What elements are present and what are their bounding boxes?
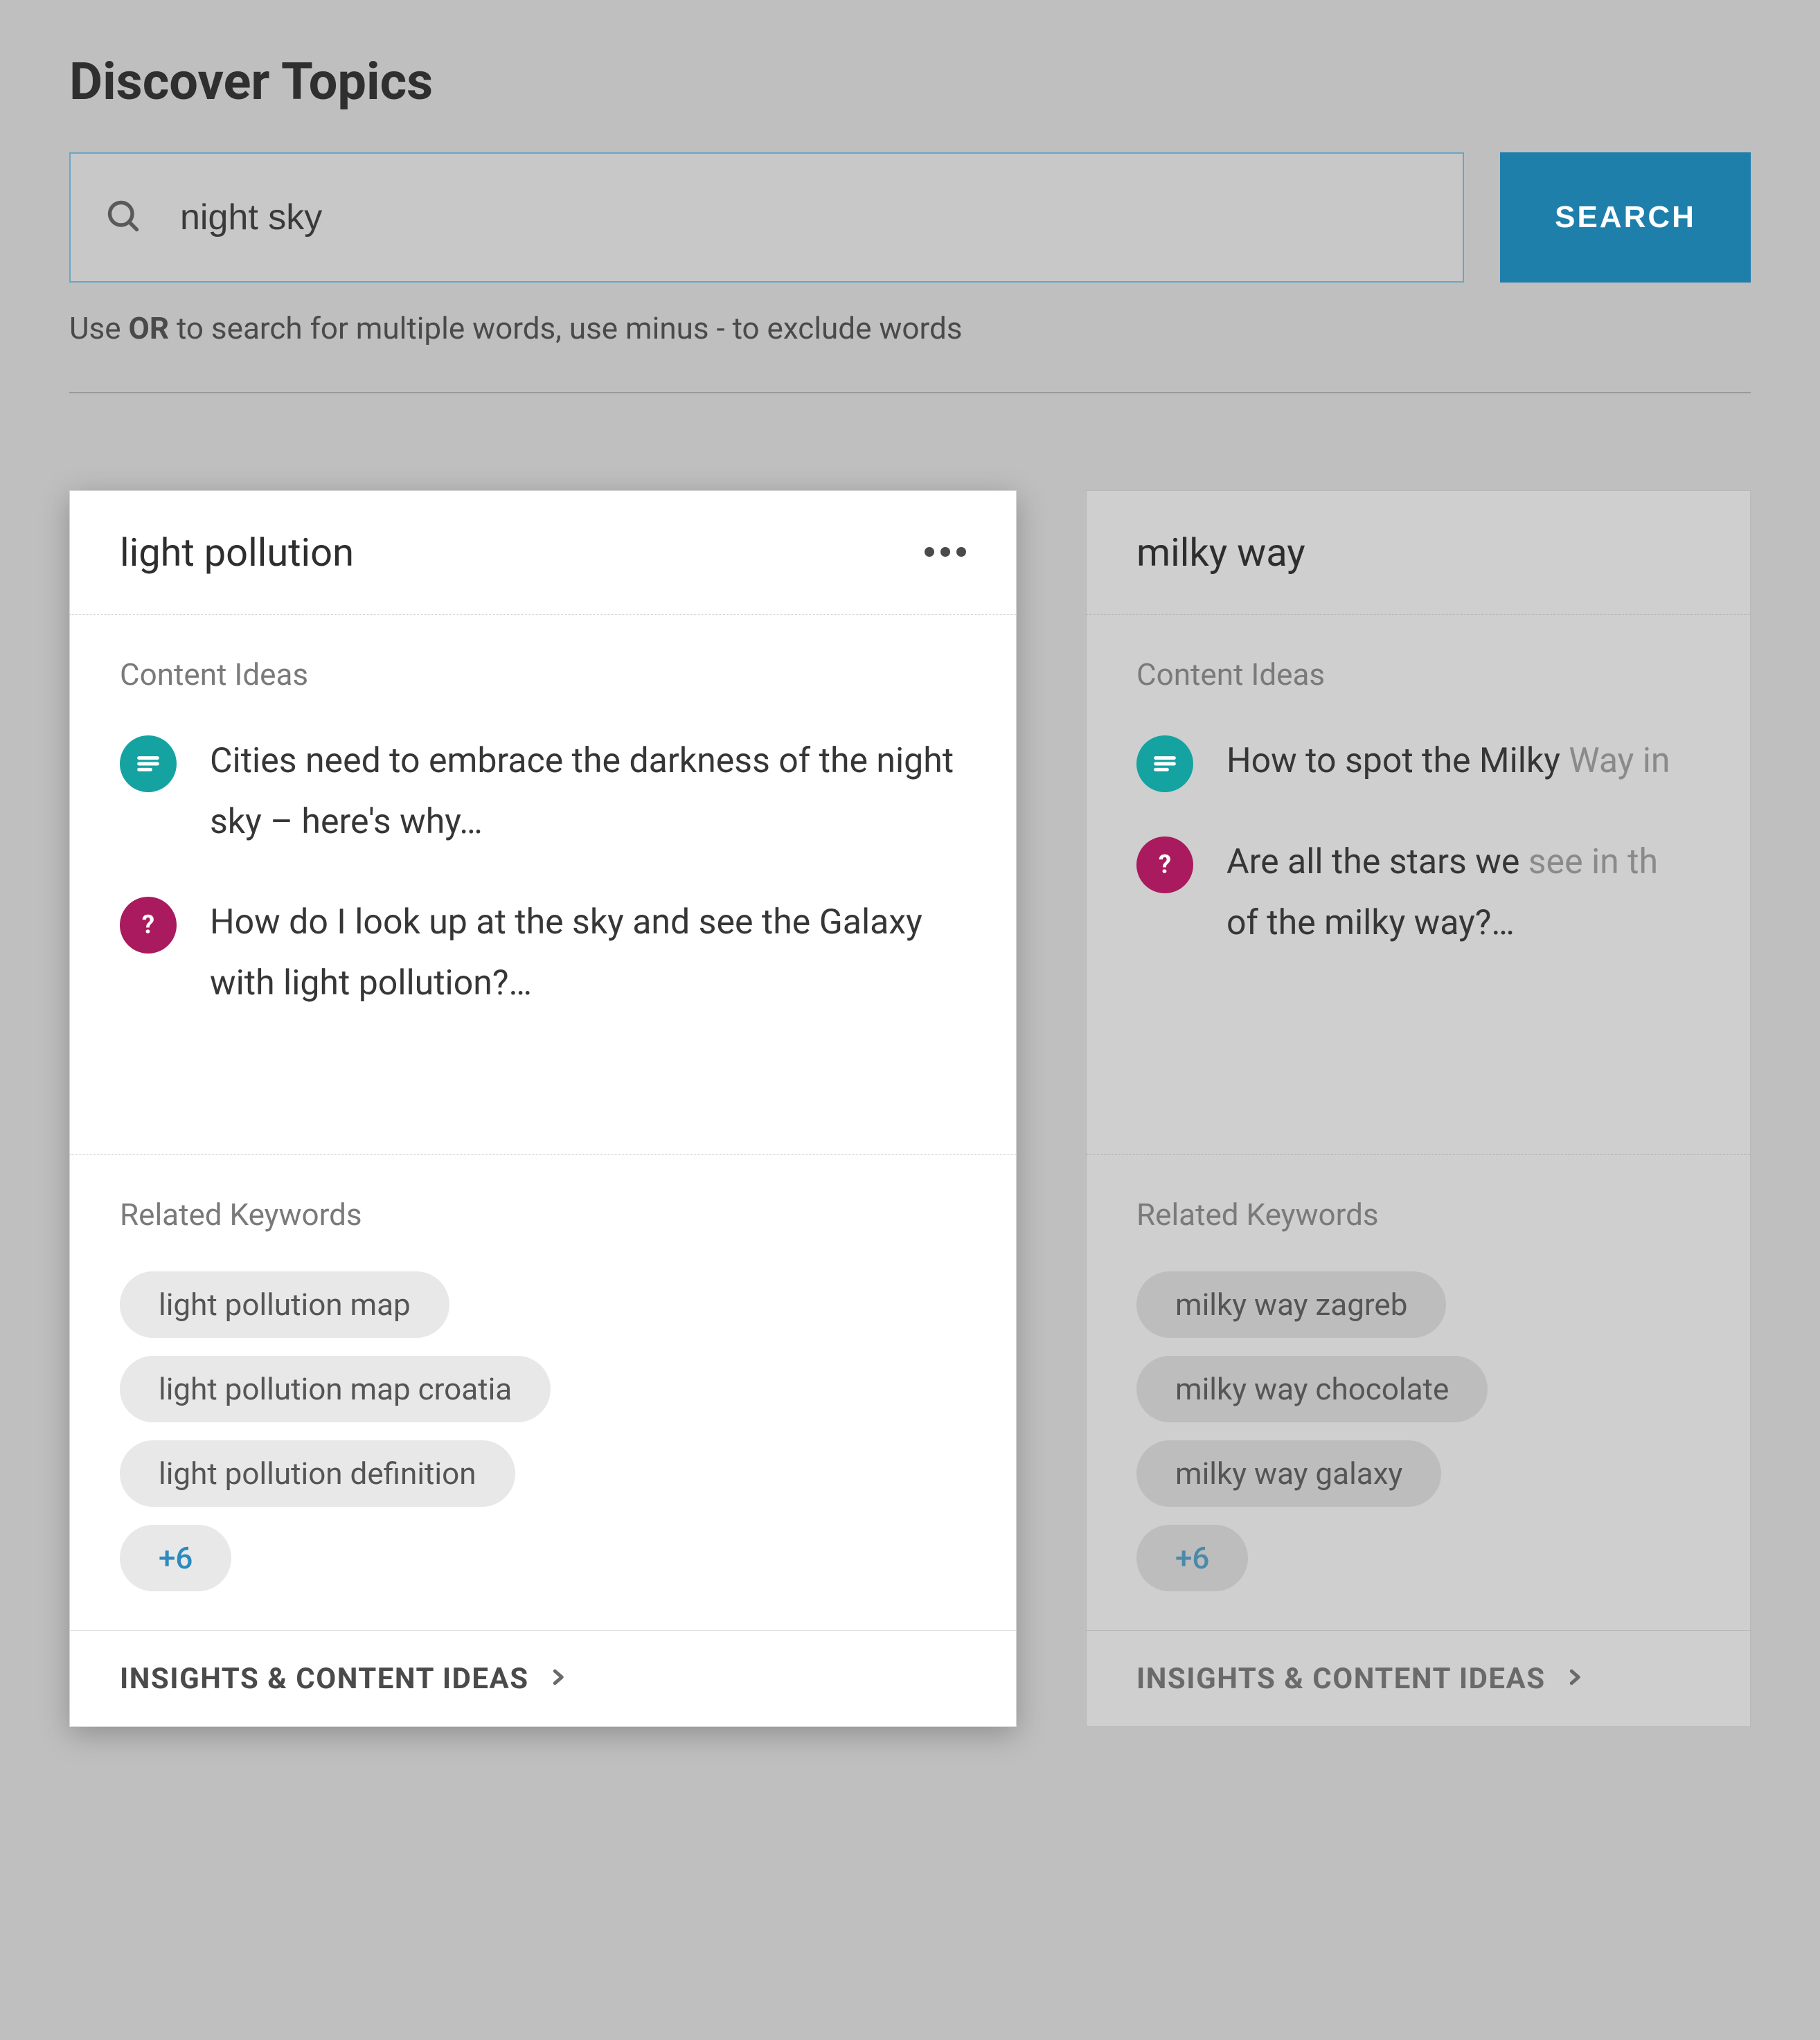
content-ideas-label: Content Ideas — [1136, 656, 1700, 692]
article-icon — [120, 735, 177, 792]
hint-prefix: Use — [69, 310, 129, 346]
article-icon — [1136, 735, 1193, 792]
more-icon[interactable] — [925, 546, 966, 560]
idea-text: How do I look up at the sky and see the … — [210, 893, 966, 1014]
related-keywords-label: Related Keywords — [1136, 1197, 1700, 1233]
keyword-more-pill[interactable]: +6 — [120, 1525, 231, 1591]
svg-text:?: ? — [142, 911, 154, 939]
cards-row: light pollution Content Ideas Cities nee… — [69, 490, 1751, 1727]
question-icon: ? — [1136, 836, 1193, 893]
idea-text-line2: of the milky way?… — [1226, 903, 1515, 943]
topic-card-light-pollution: light pollution Content Ideas Cities nee… — [69, 490, 1017, 1727]
search-box[interactable] — [69, 152, 1464, 283]
topic-card-milky-way: milky way Content Ideas How to spot the … — [1086, 490, 1751, 1727]
search-hint: Use OR to search for multiple words, use… — [69, 310, 1751, 393]
keyword-pill[interactable]: milky way galaxy — [1136, 1440, 1441, 1507]
keyword-list: milky way zagreb milky way chocolate mil… — [1136, 1271, 1700, 1591]
hint-bold: OR — [129, 310, 170, 346]
related-keywords-section: Related Keywords light pollution map lig… — [70, 1155, 1016, 1630]
svg-text:?: ? — [1159, 851, 1171, 879]
page-title: Discover Topics — [69, 52, 1751, 112]
content-idea[interactable]: Cities need to embrace the darkness of t… — [120, 731, 966, 852]
footer-label: INSIGHTS & CONTENT IDEAS — [120, 1662, 529, 1696]
footer-label: INSIGHTS & CONTENT IDEAS — [1136, 1662, 1546, 1696]
chevron-right-icon — [547, 1661, 568, 1696]
chevron-right-icon — [1564, 1661, 1585, 1696]
keyword-pill[interactable]: milky way chocolate — [1136, 1356, 1488, 1422]
keyword-list: light pollution map light pollution map … — [120, 1271, 966, 1591]
content-idea[interactable]: ? How do I look up at the sky and see th… — [120, 893, 966, 1014]
keyword-pill[interactable]: light pollution map — [120, 1271, 449, 1338]
card-title: milky way — [1136, 530, 1305, 575]
content-idea[interactable]: How to spot the Milky Way in — [1136, 731, 1700, 792]
idea-text-visible: How to spot the Milky — [1226, 741, 1569, 781]
keyword-more-pill[interactable]: +6 — [1136, 1525, 1248, 1591]
content-ideas-section: Content Ideas Cities need to embrace the… — [70, 615, 1016, 1155]
search-icon — [105, 198, 141, 237]
related-keywords-section: Related Keywords milky way zagreb milky … — [1087, 1155, 1750, 1630]
idea-text: Cities need to embrace the darkness of t… — [210, 731, 966, 852]
idea-text-faded: Way in — [1569, 741, 1670, 781]
content-ideas-section: Content Ideas How to spot the Milky Way … — [1087, 615, 1750, 1155]
idea-text-faded: see in th — [1528, 842, 1658, 882]
search-row: SEARCH — [69, 152, 1751, 283]
card-header: light pollution — [70, 491, 1016, 615]
search-input[interactable] — [180, 197, 1428, 238]
idea-text-visible: Are all the stars we — [1226, 842, 1528, 882]
question-icon: ? — [120, 897, 177, 954]
keyword-pill[interactable]: light pollution definition — [120, 1440, 515, 1507]
card-header: milky way — [1087, 491, 1750, 615]
insights-footer-button[interactable]: INSIGHTS & CONTENT IDEAS — [70, 1630, 1016, 1726]
keyword-pill[interactable]: light pollution map croatia — [120, 1356, 551, 1422]
content-ideas-label: Content Ideas — [120, 656, 966, 692]
idea-text: Are all the stars we see in th of the mi… — [1226, 832, 1658, 954]
hint-suffix: to search for multiple words, use minus … — [169, 310, 962, 346]
idea-text: How to spot the Milky Way in — [1226, 731, 1670, 792]
search-button[interactable]: SEARCH — [1500, 152, 1751, 283]
card-title: light pollution — [120, 530, 354, 575]
insights-footer-button[interactable]: INSIGHTS & CONTENT IDEAS — [1087, 1630, 1750, 1726]
keyword-pill[interactable]: milky way zagreb — [1136, 1271, 1446, 1338]
related-keywords-label: Related Keywords — [120, 1197, 966, 1233]
content-idea[interactable]: ? Are all the stars we see in th of the … — [1136, 832, 1700, 954]
